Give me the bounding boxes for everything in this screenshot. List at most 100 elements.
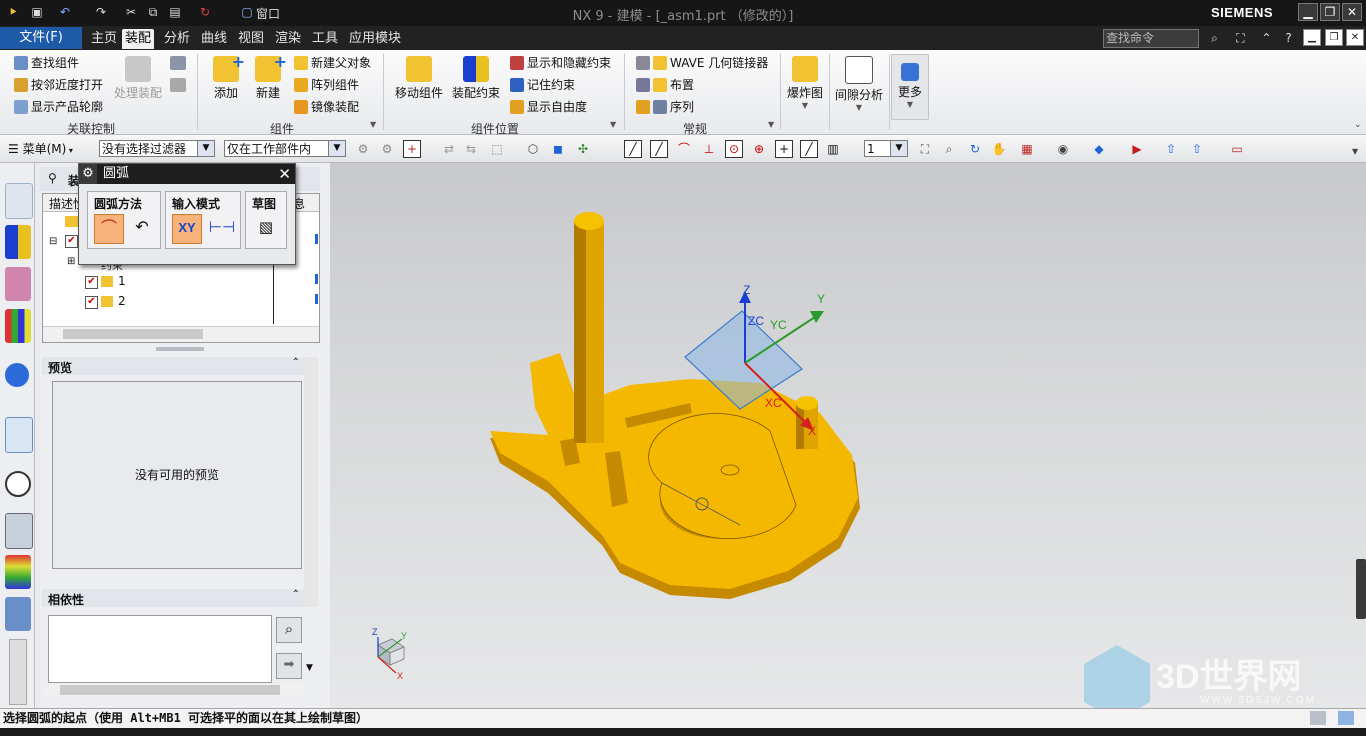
open-by-proximity-button[interactable]: 按邻近度打开 bbox=[14, 76, 103, 93]
center-end-arc-icon[interactable]: ↶ bbox=[128, 214, 156, 242]
snap-endpoint-icon[interactable]: ╱ bbox=[624, 140, 642, 158]
wave-geometry-linker-button[interactable]: WAVE 几何链接器 bbox=[636, 54, 768, 71]
group-dropdown-icon[interactable]: ▼ bbox=[370, 120, 376, 129]
zoom-icon[interactable]: ⌕ bbox=[940, 140, 958, 158]
tab-analysis[interactable]: 分析 bbox=[161, 29, 193, 49]
show-hide-constraints-button[interactable]: 显示和隐藏约束 bbox=[510, 54, 611, 71]
exploded-view-button[interactable]: 爆炸图 ▼ bbox=[784, 56, 826, 110]
rotate-icon[interactable]: ↻ bbox=[966, 140, 984, 158]
orient-view-icon[interactable]: ◆ bbox=[1090, 140, 1108, 158]
doc-restore-button[interactable]: ❐ bbox=[1325, 29, 1343, 46]
graphics-window[interactable]: Z ZC Y YC XC X Z Y X 3D世界网 WWW.3DSJW.COM bbox=[330, 163, 1366, 708]
wave-link-icon[interactable] bbox=[170, 56, 186, 70]
show-product-outline-button[interactable]: 显示产品轮廓 bbox=[14, 98, 103, 115]
checkbox[interactable]: ✔ bbox=[65, 235, 78, 248]
doc-minimize-button[interactable]: ▁ bbox=[1303, 29, 1321, 46]
select-mode-icon[interactable]: ⇄ bbox=[440, 140, 458, 158]
tree-row-label[interactable]: 1 bbox=[118, 274, 126, 288]
tab-application[interactable]: 应用模块 bbox=[346, 29, 404, 49]
process-assembly-button[interactable]: 处理装配 bbox=[112, 56, 164, 101]
group-dropdown-icon[interactable]: ▼ bbox=[768, 120, 774, 129]
minimize-button[interactable]: ▁ bbox=[1298, 3, 1318, 21]
snap-on-curve-icon[interactable]: ╱ bbox=[800, 140, 818, 158]
system-materials-icon[interactable] bbox=[5, 513, 33, 549]
checkbox[interactable]: ✔ bbox=[85, 276, 98, 289]
assembly-constraint-button[interactable]: 装配约束 bbox=[449, 56, 503, 101]
fit-view-icon[interactable]: ⛶ bbox=[916, 140, 934, 158]
arc-dialog-header[interactable]: ⚙ 圆弧 ✕ bbox=[79, 164, 295, 184]
roles-icon[interactable] bbox=[5, 597, 31, 631]
measure-icon[interactable]: ▭ bbox=[1228, 140, 1246, 158]
xy-mode-button[interactable]: XY bbox=[172, 214, 202, 244]
three-point-arc-icon[interactable]: ⌒ bbox=[94, 214, 124, 244]
close-button[interactable]: ✕ bbox=[1342, 3, 1362, 21]
new-parent-button[interactable]: 新建父对象 bbox=[294, 54, 371, 71]
sketch-plane-icon[interactable]: ▧ bbox=[252, 214, 280, 242]
tab-tools[interactable]: 工具 bbox=[309, 29, 341, 49]
tab-curve[interactable]: 曲线 bbox=[198, 29, 230, 49]
panel-vscrollbar[interactable] bbox=[304, 357, 318, 607]
doc-close-button[interactable]: ✕ bbox=[1346, 29, 1364, 46]
group-dropdown-icon[interactable]: ▼ bbox=[610, 120, 616, 129]
move-component-button[interactable]: 移动组件 bbox=[392, 56, 446, 101]
tab-assembly[interactable]: 装配 bbox=[122, 29, 155, 49]
show-dof-button[interactable]: 显示自由度 bbox=[510, 98, 587, 115]
collapse-icon[interactable]: ⌃ bbox=[292, 589, 300, 600]
history-icon[interactable] bbox=[5, 417, 33, 453]
close-icon[interactable]: ✕ bbox=[278, 164, 291, 184]
snap-quadrant-icon[interactable]: ⊕ bbox=[750, 140, 768, 158]
restore-button[interactable]: ❐ bbox=[1320, 3, 1340, 21]
collapse-ribbon-icon[interactable]: ⌃ bbox=[1258, 30, 1275, 46]
scroll-thumb[interactable] bbox=[60, 685, 280, 695]
toolbar-overflow-icon[interactable]: ▼ bbox=[1352, 147, 1358, 156]
rectangle-select-icon[interactable]: ⬚ bbox=[488, 140, 506, 158]
dependency-next-icon[interactable]: ➡ bbox=[276, 653, 302, 679]
assembly-navigator-icon[interactable] bbox=[5, 183, 33, 219]
snap-existing-point-icon[interactable]: + bbox=[775, 140, 793, 158]
gear-icon[interactable]: ⚙ bbox=[79, 164, 97, 184]
pan-icon[interactable]: ✋ bbox=[990, 140, 1008, 158]
section-view-icon[interactable]: ▶ bbox=[1128, 140, 1146, 158]
more-button[interactable]: 更多 ▼ bbox=[891, 54, 929, 120]
snap-control-point-icon[interactable]: ⌒ bbox=[675, 140, 693, 158]
snap-midpoint-icon[interactable]: ╱ bbox=[650, 140, 668, 158]
help-icon[interactable]: ? bbox=[1280, 30, 1297, 46]
ribbon-expand-icon[interactable]: ⌄ bbox=[1354, 120, 1362, 130]
tab-home[interactable]: 主页 bbox=[88, 29, 120, 49]
preview-header[interactable]: 预览 ⌃ bbox=[42, 357, 304, 375]
tree-hscrollbar[interactable] bbox=[43, 326, 319, 342]
assembly-filter-icon[interactable]: ⚙ bbox=[378, 140, 396, 158]
command-search-input[interactable]: 查找命令 bbox=[1103, 29, 1199, 48]
splitter-handle[interactable] bbox=[156, 347, 204, 351]
tree-row-label[interactable]: 2 bbox=[118, 294, 126, 308]
fullscreen-icon[interactable]: ⛶ bbox=[1232, 30, 1249, 46]
tab-render[interactable]: 渲染 bbox=[272, 29, 304, 49]
dependency-hscrollbar[interactable] bbox=[44, 683, 304, 697]
snap-center-icon[interactable]: ⊙ bbox=[725, 140, 743, 158]
add-component-button[interactable]: + 添加 bbox=[206, 52, 246, 101]
web-browser-icon[interactable] bbox=[5, 363, 29, 387]
find-component-button[interactable]: 查找组件 bbox=[14, 54, 79, 71]
search-icon[interactable]: ⌕ bbox=[1206, 30, 1223, 46]
render-style-icon[interactable]: ◉ bbox=[1054, 140, 1072, 158]
rail-scrollbar[interactable] bbox=[9, 639, 27, 705]
work-layer-icon[interactable]: ⇧ bbox=[1162, 140, 1180, 158]
process-studio-icon[interactable] bbox=[5, 555, 31, 589]
sequence-button[interactable]: 序列 bbox=[636, 98, 694, 115]
perspective-icon[interactable]: ▦ bbox=[1018, 140, 1036, 158]
wcs-icon[interactable]: ⇧ bbox=[1188, 140, 1206, 158]
pin-icon[interactable]: ⚲ bbox=[48, 171, 57, 185]
reuse-library-icon[interactable] bbox=[5, 309, 31, 343]
viewport-side-handle[interactable] bbox=[1356, 559, 1366, 619]
solid-select-icon[interactable]: ⬡ bbox=[524, 140, 542, 158]
clock-icon[interactable] bbox=[5, 471, 31, 497]
menu-button[interactable]: ☰ 菜单(M) ▾ bbox=[8, 140, 73, 157]
parameter-mode-icon[interactable]: ⊢⊣ bbox=[208, 214, 236, 242]
layer-select[interactable]: 1 ▼ bbox=[864, 140, 908, 157]
mirror-assembly-button[interactable]: 镜像装配 bbox=[294, 98, 359, 115]
snap-point-icon[interactable]: + bbox=[403, 140, 421, 158]
constraint-navigator-icon[interactable] bbox=[5, 225, 31, 259]
collapse-icon[interactable]: ⌃ bbox=[292, 357, 300, 368]
snap-intersection-icon[interactable]: ⊥ bbox=[700, 140, 718, 158]
arrangement-button[interactable]: 布置 bbox=[636, 76, 694, 93]
